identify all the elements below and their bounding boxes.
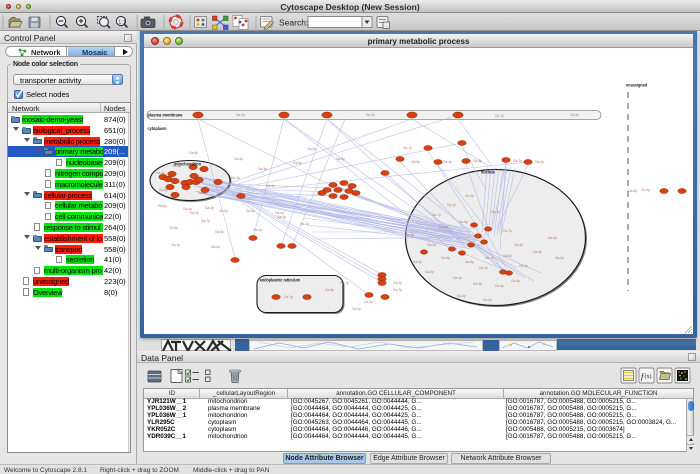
svg-text:Ga-2p: Ga-2p xyxy=(479,266,488,270)
svg-text:Ga-5p: Ga-5p xyxy=(459,220,468,224)
svg-text:Ga-3p: Ga-3p xyxy=(465,194,474,198)
svg-text:Ga-6p: Ga-6p xyxy=(465,260,474,264)
svg-text:Ga-2p: Ga-2p xyxy=(253,228,262,232)
svg-text:Ga-8p: Ga-8p xyxy=(215,230,224,234)
svg-text:Ga-5p: Ga-5p xyxy=(503,254,512,258)
svg-text:Ga-6p: Ga-6p xyxy=(158,204,167,208)
svg-text:Ga-5p: Ga-5p xyxy=(511,279,520,283)
svg-text:Ga-3p: Ga-3p xyxy=(198,191,207,195)
svg-text:Ga-6p: Ga-6p xyxy=(169,226,178,230)
svg-text:Ga-1p: Ga-1p xyxy=(453,276,462,280)
svg-text:Ga-5p: Ga-5p xyxy=(548,236,557,240)
svg-text:Ga-5p: Ga-5p xyxy=(439,225,448,229)
svg-text:Ga-4p: Ga-4p xyxy=(533,250,542,254)
svg-text:Ga-4p: Ga-4p xyxy=(443,160,452,164)
svg-text:Ga-4p: Ga-4p xyxy=(266,184,275,188)
svg-text:Ga-2p: Ga-2p xyxy=(307,147,316,151)
svg-text:Ga-7p: Ga-7p xyxy=(284,295,293,299)
svg-text:Ga-7p: Ga-7p xyxy=(393,288,402,292)
svg-text:Ga-0p: Ga-0p xyxy=(352,307,361,311)
svg-text:Ga-7p: Ga-7p xyxy=(495,114,504,118)
svg-text:Ga-8p: Ga-8p xyxy=(336,157,345,161)
svg-text:Ga-1p: Ga-1p xyxy=(519,264,528,268)
svg-text:Ga-7p: Ga-7p xyxy=(403,146,412,150)
svg-text:Ga-6p: Ga-6p xyxy=(495,284,504,288)
svg-text:Ga-3p: Ga-3p xyxy=(231,176,240,180)
svg-text:Ga-0p: Ga-0p xyxy=(570,113,579,117)
svg-text:Ga-3p: Ga-3p xyxy=(473,282,482,286)
svg-text:mitochondrion: mitochondrion xyxy=(174,162,201,168)
svg-text:Ga-3p: Ga-3p xyxy=(366,113,375,117)
svg-text:Ga-4p: Ga-4p xyxy=(205,206,214,210)
svg-text:Ga-5p: Ga-5p xyxy=(411,160,420,164)
svg-text:Ga-5p: Ga-5p xyxy=(628,189,637,193)
svg-text:Ga-5p: Ga-5p xyxy=(364,300,373,304)
svg-text:(x): (x) xyxy=(645,373,652,380)
svg-text:Ga-7p: Ga-7p xyxy=(513,159,522,163)
svg-text:Ga-6p: Ga-6p xyxy=(425,270,434,274)
svg-text:Ga-1p: Ga-1p xyxy=(171,243,180,247)
svg-text:Ga-5p: Ga-5p xyxy=(641,188,650,192)
svg-text:Search:: Search: xyxy=(279,18,308,28)
svg-text:Ga-6p: Ga-6p xyxy=(159,188,168,192)
svg-text:Ga-1p: Ga-1p xyxy=(300,222,309,226)
svg-text:Ga-7p: Ga-7p xyxy=(503,229,512,233)
svg-text:Ga-4p: Ga-4p xyxy=(277,215,286,219)
svg-text:Ga-8p: Ga-8p xyxy=(514,243,523,247)
svg-text:Ga-3p: Ga-3p xyxy=(258,167,267,171)
svg-text:Ga-3p: Ga-3p xyxy=(491,210,500,214)
svg-text:Ga-7p: Ga-7p xyxy=(432,213,441,217)
svg-text:Ga-6p: Ga-6p xyxy=(473,159,482,163)
svg-text:Ga-0p: Ga-0p xyxy=(405,233,414,237)
svg-text:Ga-2p: Ga-2p xyxy=(457,294,466,298)
svg-text:Ga-8p: Ga-8p xyxy=(483,298,492,302)
svg-text:endoplasmic reticulum: endoplasmic reticulum xyxy=(260,278,300,284)
svg-text:Ga-4p: Ga-4p xyxy=(211,245,220,249)
svg-text:Ga-8p: Ga-8p xyxy=(325,288,334,292)
svg-text:Ga-2p: Ga-2p xyxy=(427,243,436,247)
svg-text:Ga-0p: Ga-0p xyxy=(393,281,402,285)
svg-text:nucleus: nucleus xyxy=(481,170,495,176)
svg-text:Ga-7p: Ga-7p xyxy=(201,219,210,223)
svg-text:Ga-2p: Ga-2p xyxy=(236,113,245,117)
svg-text:Ga-4p: Ga-4p xyxy=(156,171,165,175)
svg-text:plasma membrane: plasma membrane xyxy=(148,113,183,119)
svg-text:Ga-4p: Ga-4p xyxy=(275,211,284,215)
svg-text:cytoplasm: cytoplasm xyxy=(148,126,167,132)
svg-text:Ga-7p: Ga-7p xyxy=(485,256,494,260)
svg-text:Ga-3p: Ga-3p xyxy=(190,211,199,215)
svg-text:Ga-6p: Ga-6p xyxy=(219,209,228,213)
svg-text:Ga-2p: Ga-2p xyxy=(555,256,564,260)
svg-text:Ga-8p: Ga-8p xyxy=(189,151,198,155)
svg-text:Ga-6p: Ga-6p xyxy=(246,209,255,213)
svg-text:Ga-7p: Ga-7p xyxy=(340,281,349,285)
svg-text:Ga-5p: Ga-5p xyxy=(234,157,243,161)
svg-text:Ga-0p: Ga-0p xyxy=(535,160,544,164)
svg-text:Ga-8p: Ga-8p xyxy=(293,161,302,165)
svg-text:Ga-3p: Ga-3p xyxy=(447,203,456,207)
svg-text:unassigned: unassigned xyxy=(626,83,647,89)
svg-text:Ga-5p: Ga-5p xyxy=(441,256,450,260)
svg-text:Ga-2p: Ga-2p xyxy=(413,260,422,264)
